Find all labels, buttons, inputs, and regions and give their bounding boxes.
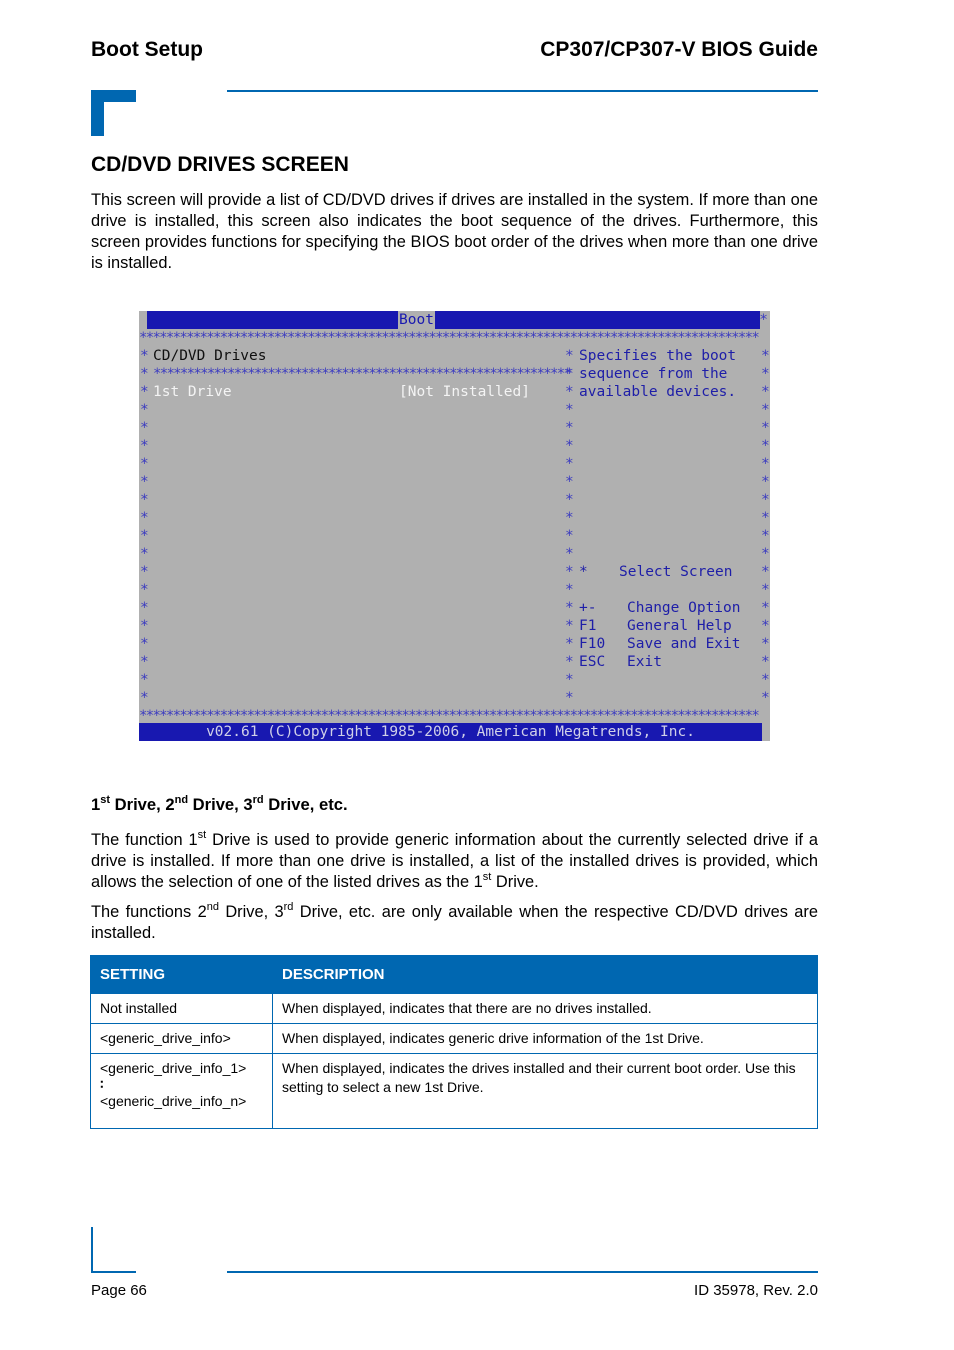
table-row: Not installed When displayed, indicates …: [90, 993, 818, 1024]
bios-help-line: sequence from the: [579, 366, 728, 382]
page-number: Page 66: [91, 1282, 147, 1299]
column-header-description: DESCRIPTION: [272, 955, 818, 994]
description-cell: When displayed, indicates that there are…: [272, 993, 818, 1024]
section-title: CD/DVD DRIVES SCREEN: [91, 153, 349, 176]
intro-paragraph: This screen will provide a list of CD/DV…: [91, 191, 818, 272]
bios-copyright: v02.61 (C)Copyright 1985-2006, American …: [139, 723, 762, 741]
paragraph-other-drives: The functions 2nd Drive, 3rd Drive, etc.…: [91, 901, 819, 943]
bios-key-row: * * +- Change Option *: [140, 600, 770, 616]
bios-key: F1: [579, 618, 597, 634]
setting-cell: <generic_drive_info_1> ∶ <generic_drive_…: [90, 1053, 273, 1129]
bios-item-value[interactable]: [Not Installed]: [399, 383, 530, 401]
bios-row-heading: * CD/DVD Drives * Specifies the boot *: [140, 348, 770, 364]
header-guide-title: CP307/CP307-V BIOS Guide: [540, 38, 818, 61]
subsection-title: 1st Drive, 2nd Drive, 3rd Drive, etc.: [91, 794, 348, 815]
bios-key-row: * * * Select Screen *: [140, 564, 770, 580]
header-rule: [227, 90, 818, 92]
bios-key-action: Select Screen: [619, 564, 733, 580]
description-cell: When displayed, indicates the drives ins…: [272, 1053, 818, 1129]
bios-key-row: * * F1 General Help *: [140, 618, 770, 634]
bios-screen-heading: CD/DVD Drives: [153, 348, 267, 364]
bios-key: ESC: [579, 654, 606, 670]
table-header-row: SETTING DESCRIPTION: [90, 955, 818, 994]
bios-empty-row: * * *: [140, 528, 770, 544]
bios-empty-row: * * *: [140, 438, 770, 454]
settings-table: SETTING DESCRIPTION Not installed When d…: [90, 955, 818, 1129]
bios-empty-row: * * *: [140, 474, 770, 490]
bios-key: +-: [579, 600, 597, 616]
bios-border-top: ****************************************…: [139, 330, 760, 346]
header-section-title: Boot Setup: [91, 38, 203, 61]
bios-row-1st-drive[interactable]: * 1st Drive [Not Installed] * available …: [139, 383, 770, 401]
bios-empty-row: * * *: [140, 690, 770, 706]
bios-key: F10: [579, 636, 606, 652]
bios-empty-row: * * *: [140, 546, 770, 562]
bios-key-action: Exit: [627, 654, 662, 670]
corner-mark-bottom: [91, 1227, 136, 1273]
description-cell: When displayed, indicates generic drive …: [272, 1023, 818, 1054]
document-id: ID 35978, Rev. 2.0: [694, 1282, 818, 1299]
setting-cell: <generic_drive_info>: [90, 1023, 273, 1054]
bios-empty-row: * * *: [140, 456, 770, 472]
setting-cell: Not installed: [90, 993, 273, 1024]
bios-empty-row: * * *: [140, 672, 770, 688]
paragraph-1st-drive: The function 1st Drive is used to provid…: [91, 829, 818, 892]
bios-screen: Boot * *********************************…: [139, 311, 770, 741]
setting-range-start: <generic_drive_info_1>: [100, 1060, 247, 1076]
bios-key-row: * * F10 Save and Exit *: [140, 636, 770, 652]
bios-empty-row: * * *: [140, 582, 770, 598]
bios-key-action: Change Option: [627, 600, 741, 616]
bios-title-bar: Boot: [147, 311, 760, 329]
bios-empty-row: * * *: [140, 402, 770, 418]
bios-help-line: available devices.: [579, 384, 737, 400]
bios-empty-row: * * *: [140, 510, 770, 526]
bios-key: *: [579, 564, 588, 580]
bios-empty-row: * * *: [140, 420, 770, 436]
bios-item-label[interactable]: 1st Drive: [153, 383, 232, 401]
footer-rule: [227, 1271, 818, 1273]
corner-mark-top: [91, 90, 136, 136]
setting-range-end: <generic_drive_info_n>: [100, 1093, 247, 1109]
bios-border: *: [759, 312, 768, 328]
bios-empty-row: * * *: [140, 492, 770, 508]
bios-key-row: * * ESC Exit *: [140, 654, 770, 670]
bios-key-action: General Help: [627, 618, 732, 634]
bios-key-action: Save and Exit: [627, 636, 741, 652]
table-row: <generic_drive_info> When displayed, ind…: [90, 1023, 818, 1054]
vertical-ellipsis-icon: ∶: [100, 1076, 104, 1092]
bios-title: Boot: [398, 311, 435, 329]
table-row: <generic_drive_info_1> ∶ <generic_drive_…: [90, 1053, 818, 1129]
column-header-setting: SETTING: [90, 955, 273, 994]
bios-row-separator: * **************************************…: [140, 366, 770, 382]
bios-help-line: Specifies the boot: [579, 348, 737, 364]
